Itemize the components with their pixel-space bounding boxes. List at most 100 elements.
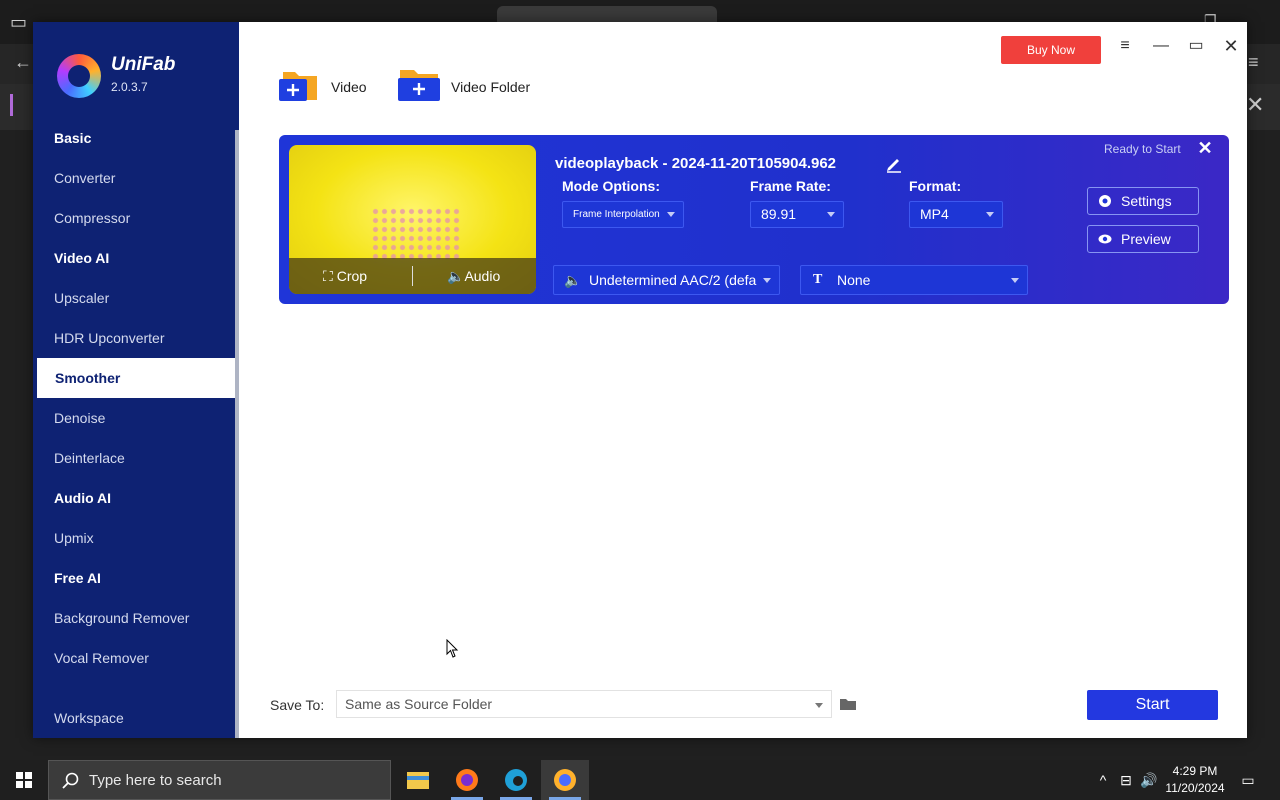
tab-actions-icon[interactable]: ▭ xyxy=(10,12,27,33)
add-folder-label: Video Folder xyxy=(451,79,531,95)
preview-label: Preview xyxy=(1121,231,1171,247)
main-area: Buy Now ≡ — ▭ ✕ Video Video Folder ⛶ Cro… xyxy=(239,22,1247,738)
taskbar-edge[interactable] xyxy=(492,760,540,800)
sidebar-item-denoise[interactable]: Denoise xyxy=(33,398,235,438)
subtitle-icon: T xyxy=(813,272,823,287)
file-title: videoplayback - 2024-11-20T105904.962 xyxy=(555,155,837,172)
save-to-value: Same as Source Folder xyxy=(345,696,493,712)
start-button[interactable]: Start xyxy=(1087,690,1218,720)
unifab-logo-icon xyxy=(57,54,101,98)
close-icon[interactable]: ✕ xyxy=(1217,34,1245,58)
sidebar-item-vocal-remover[interactable]: Vocal Remover xyxy=(33,638,235,678)
taskbar-search-box[interactable]: Type here to search xyxy=(48,760,391,800)
chevron-down-icon xyxy=(815,703,823,708)
mode-options-label: Mode Options: xyxy=(562,178,660,194)
format-value: MP4 xyxy=(920,206,949,222)
chevron-down-icon xyxy=(827,212,835,217)
file-explorer-icon xyxy=(407,772,429,789)
firefox-icon xyxy=(456,769,478,791)
sidebar-section-basic: Basic xyxy=(54,130,92,146)
settings-button[interactable]: Settings xyxy=(1087,187,1199,215)
sidebar-menu: Basic Converter Compressor Video AI Upsc… xyxy=(33,118,235,726)
settings-label: Settings xyxy=(1121,193,1172,209)
subtitle-select[interactable]: T None xyxy=(800,265,1028,295)
crop-button[interactable]: ⛶ Crop xyxy=(323,258,367,294)
taskbar: Type here to search ^ ⊟ 🔊 4:29 PM 11/20/… xyxy=(0,760,1280,800)
audio-button[interactable]: 🔈Audio xyxy=(447,258,500,294)
crop-label: Crop xyxy=(336,268,368,284)
unifab-icon xyxy=(554,769,576,791)
buy-now-button[interactable]: Buy Now xyxy=(1001,36,1101,64)
format-label: Format: xyxy=(909,178,962,194)
mouse-cursor-icon xyxy=(446,639,459,658)
taskbar-firefox[interactable] xyxy=(443,760,491,800)
eye-icon xyxy=(1098,234,1112,244)
thumbnail-toolbar: ⛶ Crop 🔈Audio xyxy=(289,258,536,294)
maximize-icon[interactable]: ▭ xyxy=(1182,34,1210,58)
sidebar-item-upmix[interactable]: Upmix xyxy=(33,518,235,558)
sidebar-item-upscaler[interactable]: Upscaler xyxy=(33,278,235,318)
task-status: Ready to Start xyxy=(1104,142,1181,156)
add-folder-button[interactable]: Video Folder xyxy=(398,66,538,106)
browse-folder-icon[interactable] xyxy=(837,694,859,714)
add-video-label: Video xyxy=(331,79,367,95)
app-window: UniFab 2.0.3.7 Basic Converter Compresso… xyxy=(33,22,1247,738)
remove-task-icon[interactable]: ✕ xyxy=(1195,137,1215,159)
sidebar-section-video-ai: Video AI xyxy=(54,250,110,266)
info-icon xyxy=(10,94,28,116)
app-name: UniFab xyxy=(111,54,176,75)
sidebar-item-deinterlace[interactable]: Deinterlace xyxy=(33,438,235,478)
preview-button[interactable]: Preview xyxy=(1087,225,1199,253)
add-video-button[interactable]: Video xyxy=(279,66,379,106)
add-video-icon xyxy=(279,72,317,101)
toolbar-divider xyxy=(412,266,413,286)
task-card: ⛶ Crop 🔈Audio videoplayback - 2024-11-20… xyxy=(279,135,1229,304)
tray-chevron-up-icon[interactable]: ^ xyxy=(1093,760,1113,800)
edit-icon[interactable] xyxy=(885,155,903,173)
save-to-label: Save To: xyxy=(270,697,325,713)
sidebar-item-converter[interactable]: Converter xyxy=(33,158,235,198)
sidebar-item-smoother[interactable]: Smoother xyxy=(33,358,235,398)
volume-icon[interactable]: 🔊 xyxy=(1139,760,1159,800)
menu-icon[interactable]: ≡ xyxy=(1248,52,1259,73)
audio-label: Audio xyxy=(464,268,501,284)
minimize-icon[interactable]: — xyxy=(1147,34,1175,58)
format-select[interactable]: MP4 xyxy=(909,201,1003,228)
save-to-select[interactable]: Same as Source Folder xyxy=(336,690,832,718)
sidebar-item-workspace[interactable]: Workspace xyxy=(33,698,235,738)
taskbar-unifab[interactable] xyxy=(541,760,589,800)
sidebar-item-background-remover[interactable]: Background Remover xyxy=(33,598,235,638)
chevron-down-icon xyxy=(763,278,771,283)
back-arrow-icon[interactable]: ← xyxy=(14,52,32,73)
menu-icon[interactable]: ≡ xyxy=(1111,34,1139,58)
mode-options-select[interactable]: Frame Interpolation xyxy=(562,201,684,228)
search-icon xyxy=(62,772,79,789)
dismiss-icon[interactable]: ✕ xyxy=(1246,92,1264,118)
frame-rate-label: Frame Rate: xyxy=(750,178,831,194)
app-version: 2.0.3.7 xyxy=(111,80,148,94)
video-thumbnail[interactable]: ⛶ Crop 🔈Audio xyxy=(289,145,536,294)
speaker-icon: 🔈 xyxy=(447,268,465,284)
gear-icon xyxy=(1099,195,1111,207)
taskbar-file-explorer[interactable] xyxy=(394,760,442,800)
thumbnail-pattern xyxy=(371,207,461,263)
sidebar-section-free-ai: Free AI xyxy=(54,570,101,586)
subtitle-value: None xyxy=(837,272,871,288)
chevron-down-icon xyxy=(667,212,675,217)
search-placeholder: Type here to search xyxy=(89,772,222,789)
chevron-down-icon xyxy=(986,212,994,217)
audio-track-select[interactable]: 🔈 Undetermined AAC/2 (defa xyxy=(553,265,780,295)
frame-rate-value: 89.91 xyxy=(761,206,797,222)
windows-start-icon[interactable] xyxy=(0,760,48,800)
sidebar-item-compressor[interactable]: Compressor xyxy=(33,198,235,238)
notifications-icon[interactable]: ▭ xyxy=(1234,760,1262,800)
sidebar-item-hdr-upconverter[interactable]: HDR Upconverter xyxy=(33,318,235,358)
crop-icon: ⛶ xyxy=(323,268,337,284)
audio-track-value: Undetermined AAC/2 (defa xyxy=(589,272,757,288)
network-icon[interactable]: ⊟ xyxy=(1116,760,1136,800)
clock-date: 11/20/2024 xyxy=(1165,781,1225,795)
frame-rate-select[interactable]: 89.91 xyxy=(750,201,844,228)
clock-time: 4:29 PM xyxy=(1172,764,1218,778)
edge-icon xyxy=(505,769,527,791)
taskbar-clock[interactable]: 4:29 PM 11/20/2024 xyxy=(1162,763,1228,797)
